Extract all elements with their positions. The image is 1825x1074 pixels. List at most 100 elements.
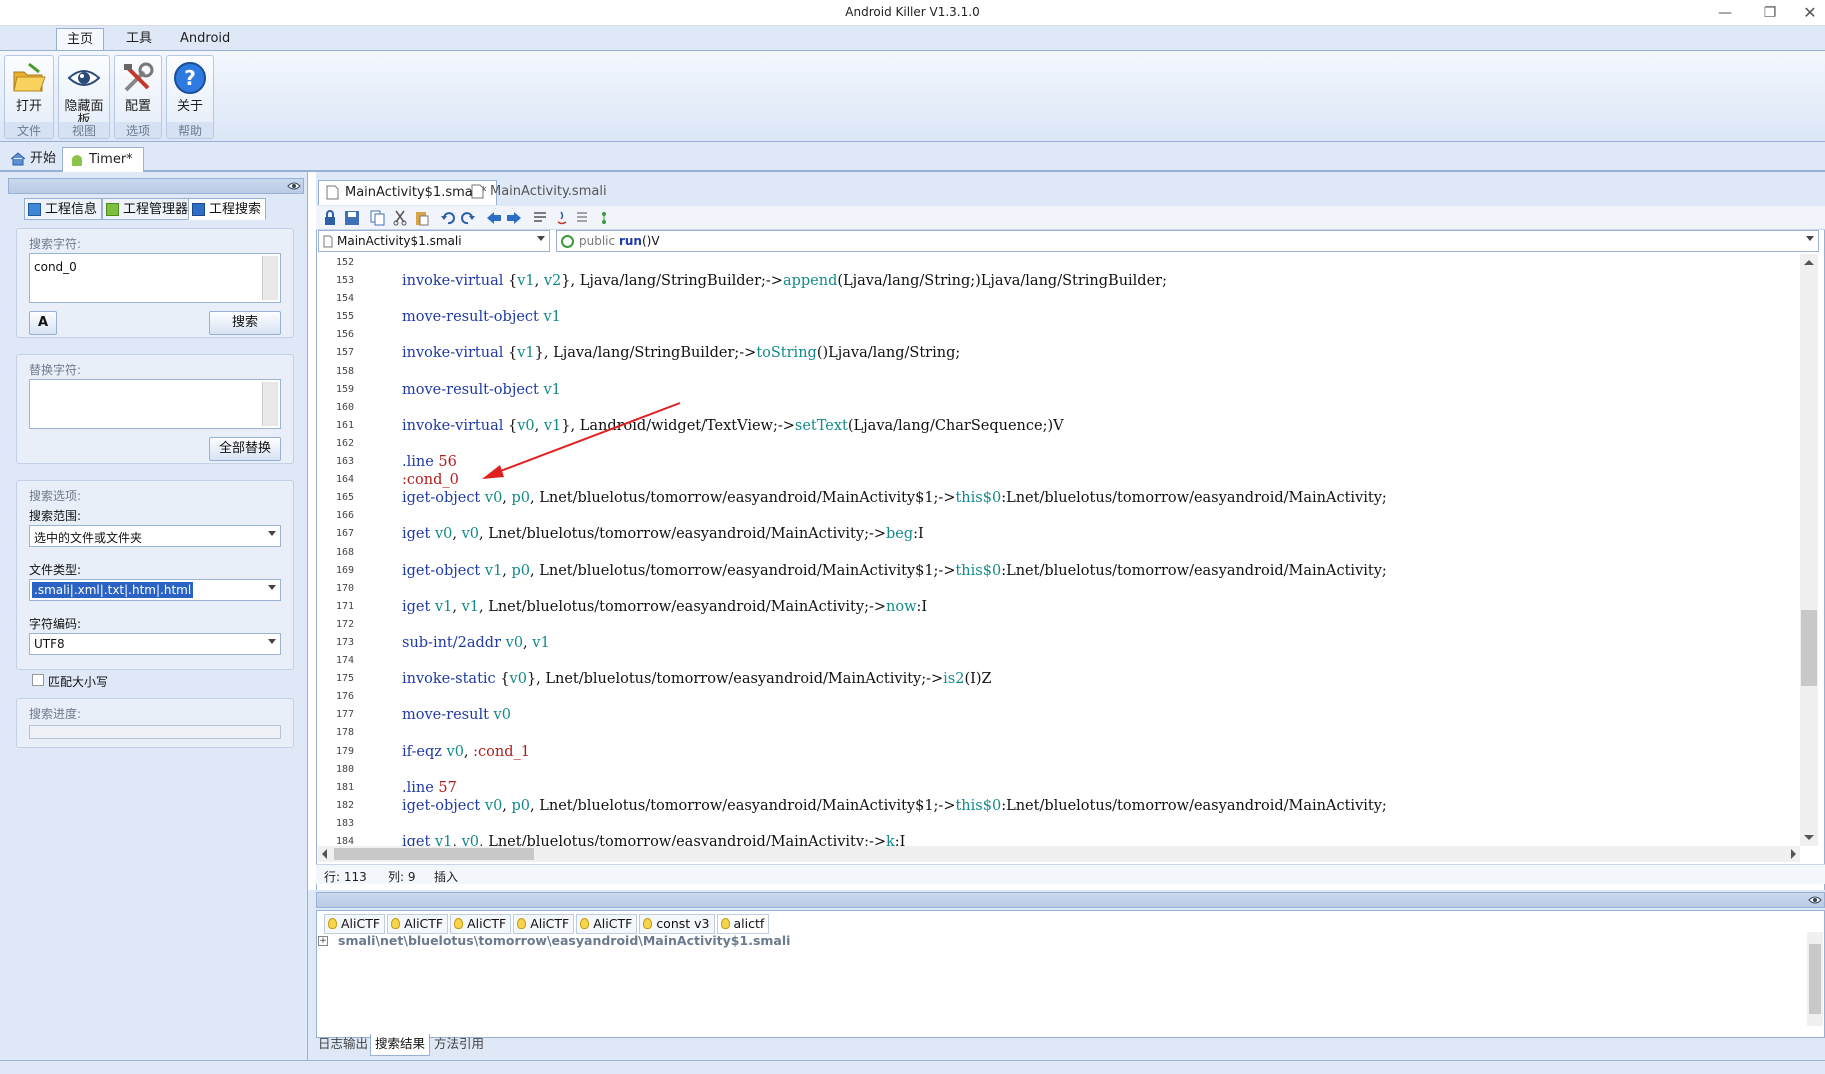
editor-horizontal-scrollbar[interactable] <box>318 846 1800 862</box>
open-button[interactable]: 打开 <box>5 56 53 120</box>
code-line[interactable] <box>362 616 1802 634</box>
cut-icon[interactable] <box>392 210 408 226</box>
file-select-value: MainActivity$1.smali <box>337 234 462 248</box>
search-result-tab[interactable]: const v3 <box>639 914 715 934</box>
ribbon-tab-android[interactable]: Android <box>168 28 242 50</box>
close-button[interactable]: ✕ <box>1790 2 1825 24</box>
code-line[interactable]: sub-int/2addr v0, v1 <box>362 634 1802 652</box>
filetype-select[interactable]: .smali|.xml|.txt|.htm|.html <box>29 579 281 601</box>
search-result-tab[interactable]: AliCTF <box>576 914 638 934</box>
scroll-up-icon[interactable] <box>1804 260 1814 265</box>
about-button[interactable]: ? 关于 <box>167 56 213 120</box>
code-line[interactable]: invoke-static {v0}, Lnet/bluelotus/tomor… <box>362 670 1802 688</box>
search-result-tab[interactable]: AliCTF <box>387 914 449 934</box>
code-line[interactable] <box>362 580 1802 598</box>
code-line[interactable] <box>362 761 1802 779</box>
tree-icon[interactable] <box>596 210 612 226</box>
encoding-value: UTF8 <box>34 637 65 651</box>
results-scrollbar[interactable] <box>1807 932 1823 1026</box>
regex-toggle-button[interactable]: A <box>29 311 57 335</box>
scroll-right-icon[interactable] <box>1791 849 1796 859</box>
code-line[interactable] <box>362 254 1802 272</box>
tab-project-manager[interactable]: 工程管理器 <box>102 198 194 220</box>
group-label-help: 帮助 <box>167 122 213 138</box>
search-input[interactable]: cond_0 <box>29 253 281 303</box>
tab-search-results[interactable]: 搜索结果 <box>370 1034 431 1056</box>
code-line[interactable] <box>362 326 1802 344</box>
search-result-tab[interactable]: AliCTF <box>450 914 512 934</box>
code-line[interactable] <box>362 652 1802 670</box>
ribbon-tab-tools[interactable]: 工具 <box>114 28 164 50</box>
save-icon[interactable] <box>344 210 360 226</box>
code-line[interactable]: iget-object v0, p0, Lnet/bluelotus/tomor… <box>362 797 1802 815</box>
code-line[interactable] <box>362 688 1802 706</box>
code-line[interactable]: iget v1, v0, Lnet/bluelotus/tomorrow/eas… <box>362 833 1802 846</box>
code-line[interactable]: .line 57 <box>362 779 1802 797</box>
tab-project-manager-label: 工程管理器 <box>123 202 189 217</box>
code-line[interactable]: if-eqz v0, :cond_1 <box>362 743 1802 761</box>
copy-icon[interactable] <box>370 210 386 226</box>
list-icon[interactable] <box>574 210 590 226</box>
code-line[interactable]: iget-object v0, p0, Lnet/bluelotus/tomor… <box>362 489 1802 507</box>
minimize-button[interactable]: — <box>1705 2 1745 24</box>
scope-select[interactable]: 选中的文件或文件夹 <box>29 525 281 547</box>
config-button[interactable]: 配置 <box>115 56 161 120</box>
scroll-down-icon[interactable] <box>1804 835 1814 840</box>
lock-icon[interactable] <box>322 210 338 226</box>
code-area[interactable]: invoke-virtual {v1, v2}, Ljava/lang/Stri… <box>362 254 1802 846</box>
code-line[interactable]: move-result v0 <box>362 706 1802 724</box>
code-line[interactable]: iget v1, v1, Lnet/bluelotus/tomorrow/eas… <box>362 598 1802 616</box>
tab-log-output[interactable]: 日志输出 <box>314 1034 372 1056</box>
code-line[interactable] <box>362 815 1802 833</box>
result-file-path[interactable]: smali\net\bluelotus\tomorrow\easyandroid… <box>338 933 790 948</box>
redo-icon[interactable] <box>460 210 476 226</box>
format-icon[interactable] <box>532 210 548 226</box>
code-line[interactable] <box>362 724 1802 742</box>
replace-input-scrollbar[interactable] <box>262 382 278 426</box>
restore-button[interactable]: ❐ <box>1750 2 1790 24</box>
eye-toggle-icon[interactable] <box>287 180 301 192</box>
code-line[interactable]: iget-object v1, p0, Lnet/bluelotus/tomor… <box>362 562 1802 580</box>
code-line[interactable] <box>362 363 1802 381</box>
expand-icon[interactable]: + <box>318 936 328 946</box>
code-line[interactable]: move-result-object v1 <box>362 308 1802 326</box>
line-number: 168 <box>336 546 355 558</box>
doc-tab-start[interactable]: 开始 <box>4 147 66 172</box>
eye-toggle-icon[interactable] <box>1808 894 1822 906</box>
method-select[interactable]: public run()V <box>556 230 1819 252</box>
replace-input[interactable] <box>29 379 281 429</box>
arrow-right-icon[interactable] <box>506 210 522 226</box>
results-scroll-thumb[interactable] <box>1809 944 1821 1014</box>
doc-tab-timer[interactable]: Timer* <box>62 147 144 172</box>
file-select[interactable]: MainActivity$1.smali <box>318 230 550 252</box>
replace-all-button[interactable]: 全部替换 <box>209 437 281 461</box>
editor-tab-mainactivity[interactable]: MainActivity.smali <box>464 180 617 205</box>
tab-project-search[interactable]: 工程搜索 <box>188 198 267 220</box>
tab-method-references[interactable]: 方法引用 <box>430 1034 488 1056</box>
search-button[interactable]: 搜索 <box>209 311 281 335</box>
code-line[interactable] <box>362 544 1802 562</box>
code-line[interactable]: invoke-virtual {v1}, Ljava/lang/StringBu… <box>362 344 1802 362</box>
tab-project-info[interactable]: 工程信息 <box>24 198 103 220</box>
line-number: 169 <box>336 564 355 576</box>
java-icon[interactable] <box>554 210 570 226</box>
search-result-tab[interactable]: alictf <box>716 914 770 934</box>
code-line[interactable]: invoke-virtual {v1, v2}, Ljava/lang/Stri… <box>362 272 1802 290</box>
search-input-scrollbar[interactable] <box>262 256 278 300</box>
arrow-left-icon[interactable] <box>486 210 502 226</box>
ribbon-tab-home[interactable]: 主页 <box>56 28 104 50</box>
scroll-left-icon[interactable] <box>322 849 327 859</box>
code-line[interactable]: iget v0, v0, Lnet/bluelotus/tomorrow/eas… <box>362 525 1802 543</box>
editor-vertical-scroll-thumb[interactable] <box>1801 610 1817 686</box>
code-line[interactable] <box>362 507 1802 525</box>
undo-icon[interactable] <box>440 210 456 226</box>
match-case-checkbox[interactable] <box>32 674 44 686</box>
code-line[interactable] <box>362 290 1802 308</box>
editor-horizontal-scroll-thumb[interactable] <box>334 848 534 860</box>
hide-panel-button[interactable]: 隐藏面板 <box>59 56 109 128</box>
paste-icon[interactable] <box>414 210 430 226</box>
editor-vertical-scrollbar[interactable] <box>1800 254 1818 846</box>
search-result-tab[interactable]: AliCTF <box>513 914 575 934</box>
encoding-select[interactable]: UTF8 <box>29 633 281 655</box>
search-result-tab[interactable]: AliCTF <box>324 914 386 934</box>
